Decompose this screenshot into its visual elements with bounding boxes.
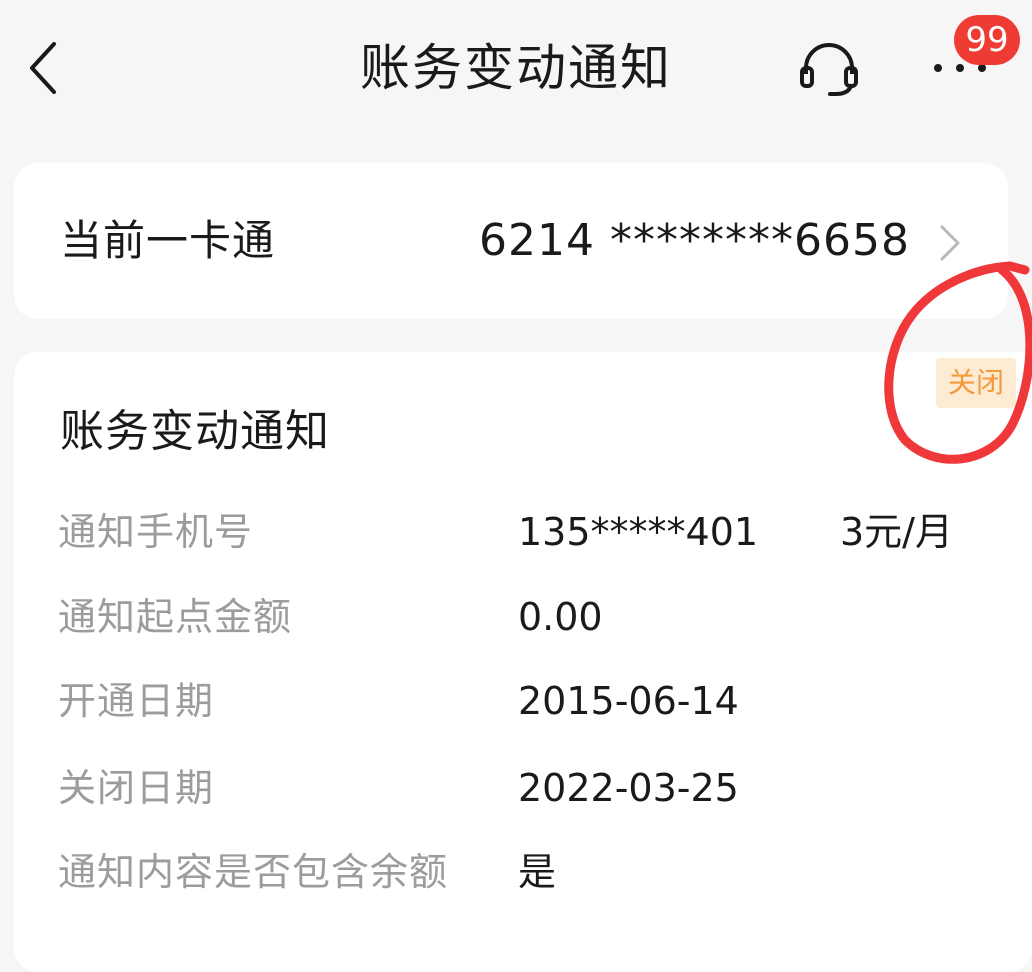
info-row-open-date: 开通日期 2015-06-14 (14, 669, 1032, 733)
notification-badge: 99 (954, 15, 1020, 65)
row-fee: 3元/月 (840, 510, 953, 554)
row-value: 是 (518, 850, 557, 894)
status-badge: 关闭 (936, 358, 1016, 408)
account-card[interactable]: 当前一卡通 6214 ********6658 (14, 163, 1008, 319)
page-title: 账务变动通知 (360, 39, 672, 97)
chevron-right-icon (940, 225, 960, 261)
row-label: 通知内容是否包含余额 (58, 850, 449, 894)
notification-card: 账务变动通知 关闭 通知手机号 135*****401 3元/月 通知起点金额 … (14, 352, 1032, 972)
row-label: 开通日期 (58, 679, 215, 723)
row-label: 关闭日期 (58, 766, 215, 810)
customer-service-button[interactable] (796, 36, 862, 102)
notification-title: 账务变动通知 (60, 406, 330, 457)
top-bar: 账务变动通知 99 (0, 0, 1032, 140)
row-value: 2022-03-25 (518, 766, 739, 810)
info-row-threshold: 通知起点金额 0.00 (14, 585, 1032, 649)
headset-icon (800, 43, 858, 96)
back-button[interactable] (18, 36, 74, 100)
row-label: 通知手机号 (58, 510, 254, 554)
info-row-phone: 通知手机号 135*****401 3元/月 (14, 500, 1032, 564)
row-value: 2015-06-14 (518, 679, 739, 723)
row-label: 通知起点金额 (58, 595, 293, 639)
row-value: 135*****401 (518, 510, 759, 554)
account-label: 当前一卡通 (60, 216, 276, 265)
info-row-close-date: 关闭日期 2022-03-25 (14, 756, 1032, 820)
account-number: 6214 ********6658 (479, 215, 910, 266)
info-row-balance: 通知内容是否包含余额 是 (14, 840, 1032, 904)
chevron-left-icon (30, 42, 56, 94)
row-value: 0.00 (518, 595, 603, 639)
